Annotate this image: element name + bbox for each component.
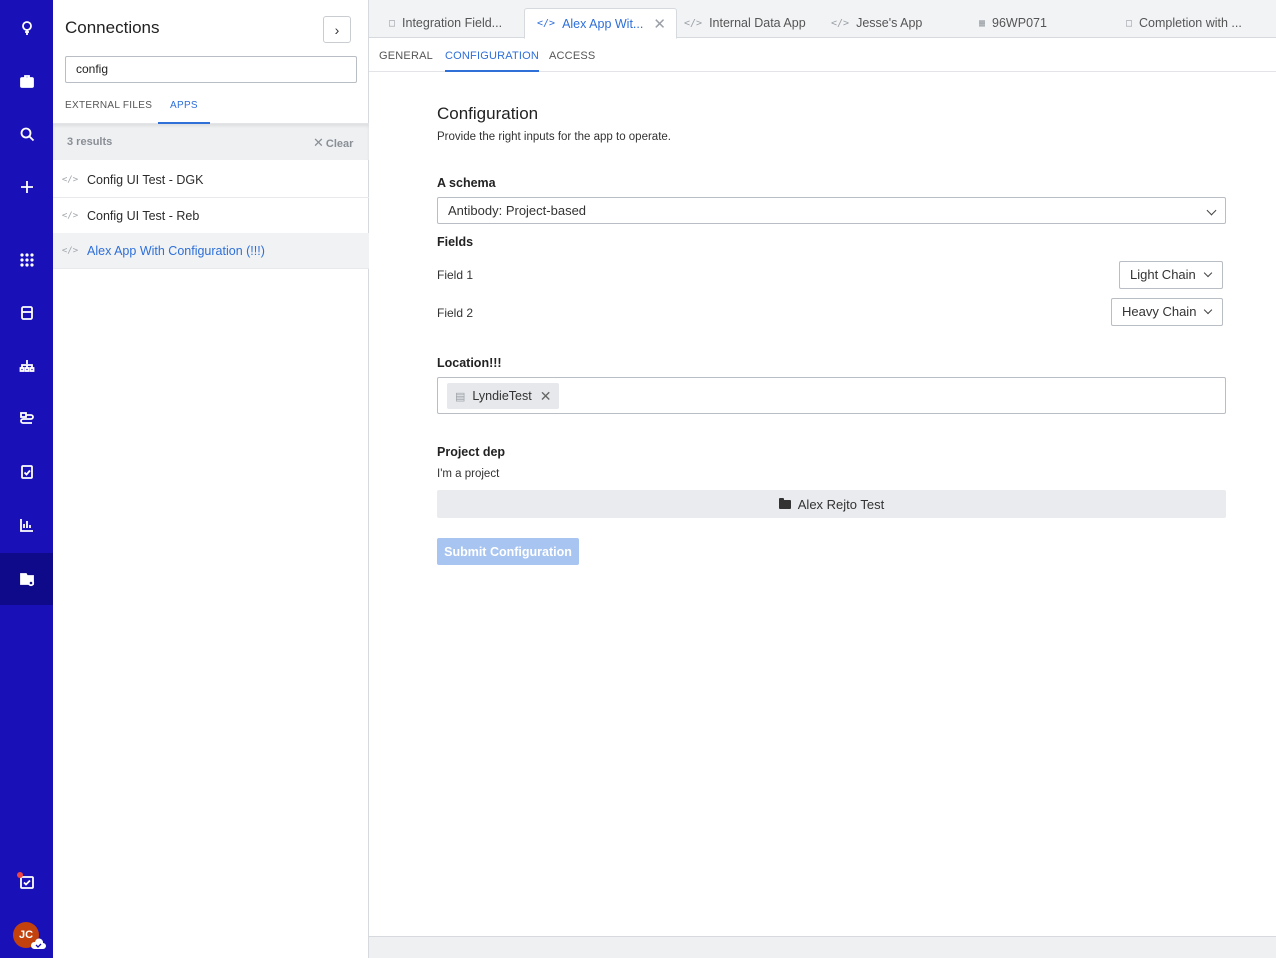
tab-integration-field[interactable]: □ Integration Field... [389,8,502,38]
tab-strip: □ Integration Field... </> Alex App Wit...… [369,0,1276,39]
tab-completion[interactable]: □ Completion with ... [1126,8,1242,38]
tab-internal-data-app[interactable]: </> Internal Data App [684,8,806,38]
list-item-label: Config UI Test - Reb [87,208,200,223]
plus-icon[interactable] [0,167,53,207]
project-select[interactable]: Alex Rejto Test [437,490,1226,518]
database-icon: ▤ [455,390,466,403]
briefcase-icon[interactable] [0,61,53,101]
list-item[interactable]: </> Config UI Test - DGK [53,162,369,198]
list-item[interactable]: </> Alex App With Configuration (!!!) [53,233,369,269]
tab-96wp071[interactable]: ▦ 96WP071 [979,8,1047,38]
panel-tabs: EXTERNAL FILES APPS [53,94,369,124]
hierarchy-icon[interactable] [0,346,53,386]
list-item-label: Config UI Test - DGK [87,172,204,187]
page-subtitle: Provide the right inputs for the app to … [437,131,671,143]
fields-label: Fields [437,235,474,249]
tab-access[interactable]: ACCESS [549,50,595,70]
code-icon: </> [61,174,79,185]
notification-dot [17,872,23,878]
location-label: Location!!! [437,356,502,370]
tab-general[interactable]: GENERAL [379,50,433,70]
panel-title: Connections [65,18,160,37]
grid-icon[interactable] [0,240,53,280]
subtabs: GENERAL CONFIGURATION ACCESS [369,39,1276,72]
code-icon: </> [831,17,850,29]
close-icon[interactable]: ✕ [653,15,666,33]
tab-alex-app[interactable]: </> Alex App Wit... ✕ [524,8,677,39]
clear-button[interactable]: ✕ Clear [313,135,353,151]
results-count: 3 results [67,136,113,148]
chevron-down-icon [1206,205,1217,216]
tab-external-files[interactable]: EXTERNAL FILES [53,94,164,124]
tab-configuration[interactable]: CONFIGURATION [445,50,540,72]
project-sub: I'm a project [437,468,500,480]
remove-chip-icon[interactable]: ✕ [540,388,552,405]
project-label: Project dep [437,445,506,459]
expand-panel-button[interactable]: › [323,16,351,43]
footer-bar [369,936,1276,958]
submit-configuration-button[interactable]: Submit Configuration [437,538,579,565]
search-input[interactable]: config [65,56,357,83]
tab-apps[interactable]: APPS [158,94,210,124]
code-icon: </> [61,210,79,221]
code-icon: </> [61,245,79,256]
close-icon: ✕ [313,135,324,150]
chart-icon[interactable] [0,505,53,545]
schema-select[interactable]: Antibody: Project-based [437,197,1226,224]
connections-panel: Connections › config EXTERNAL FILES APPS… [53,0,369,958]
page-title: Configuration [437,104,539,123]
tab-jesses-app[interactable]: </> Jesse's App [831,8,922,38]
field1-select[interactable]: Light Chain [1119,261,1223,289]
location-chip: ▤ LyndieTest ✕ [447,383,560,409]
workflow-icon[interactable] [0,399,53,439]
field1-label: Field 1 [437,268,474,282]
search-icon[interactable] [0,114,53,154]
checklist-icon[interactable] [0,452,53,492]
chevron-down-icon [1204,305,1213,315]
chevron-right-icon: › [334,21,340,38]
folder-icon [778,497,791,509]
folder-settings-icon[interactable] [0,553,53,605]
field2-select[interactable]: Heavy Chain [1111,298,1224,326]
database-icon[interactable] [0,293,53,333]
balloon-icon[interactable] [0,8,53,48]
code-icon: </> [684,17,703,29]
list-item[interactable]: </> Config UI Test - Reb [53,198,369,234]
results-bar: 3 results ✕ Clear [53,124,369,160]
nav-rail: JC [0,0,53,958]
chevron-down-icon [1203,268,1213,278]
field2-label: Field 2 [437,306,474,320]
document-icon: □ [389,17,396,29]
code-icon: </> [537,18,556,29]
cloud-check-icon [30,938,46,949]
plate-icon: ▦ [979,17,986,29]
document-icon: □ [1126,17,1133,29]
configuration-form: Configuration Provide the right inputs f… [369,72,1276,936]
tasks-icon[interactable] [0,862,53,902]
schema-label: A schema [437,176,496,190]
location-field[interactable]: ▤ LyndieTest ✕ [437,377,1226,414]
list-item-label: Alex App With Configuration (!!!) [87,243,265,258]
